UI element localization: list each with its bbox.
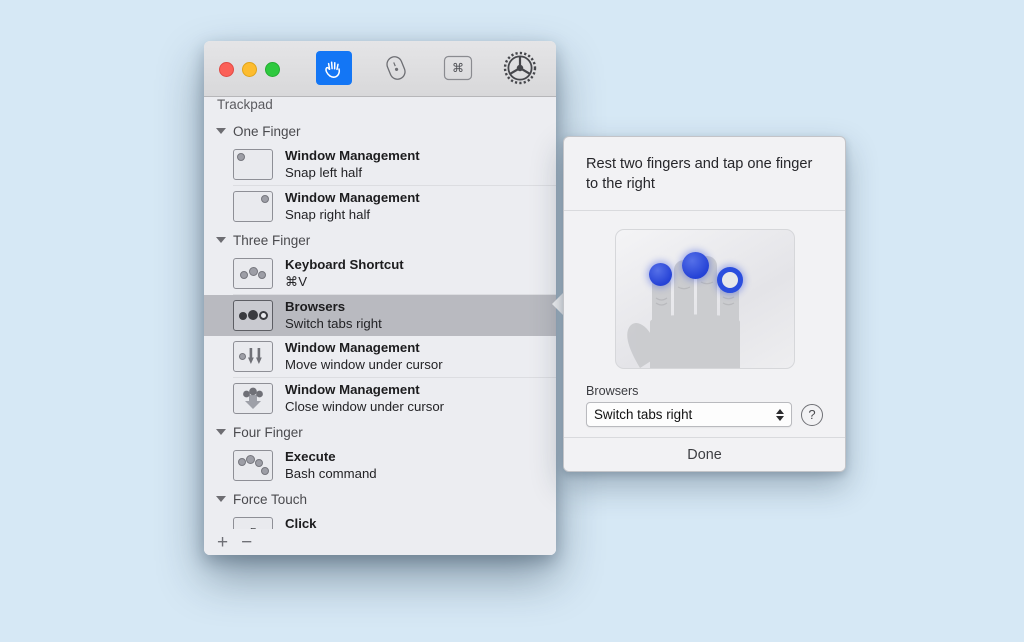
gesture-dot-tapping: [716, 267, 743, 294]
zoom-button[interactable]: [265, 62, 280, 77]
traffic-lights: [219, 62, 280, 77]
done-button[interactable]: Done: [564, 437, 845, 471]
minimize-button[interactable]: [242, 62, 257, 77]
section-label: Three Finger: [233, 232, 311, 248]
section-label: Four Finger: [233, 424, 303, 440]
chevron-updown-icon[interactable]: [776, 408, 784, 421]
three-finger-tap-icon: [233, 258, 273, 289]
mouse-icon: [386, 56, 406, 80]
mouse-tab[interactable]: [378, 51, 414, 85]
section-header-four-finger[interactable]: Four Finger: [204, 419, 556, 445]
item-subtitle: Switch tabs right: [285, 315, 382, 331]
device-label: Trackpad: [217, 97, 273, 112]
action-category-label: Browsers: [586, 384, 639, 399]
item-title: Window Management: [285, 340, 420, 356]
remove-gesture-button[interactable]: −: [241, 533, 252, 552]
add-gesture-button[interactable]: +: [217, 533, 228, 552]
popover-controls: Browsers Switch tabs right ?: [564, 369, 845, 428]
action-row: Switch tabs right ?: [586, 402, 823, 428]
list-item[interactable]: Window Management Close window under cur…: [204, 378, 556, 419]
keyboard-tab[interactable]: ⌘: [440, 51, 476, 85]
corner-dot-topleft-icon: [233, 149, 273, 180]
window-titlebar: ⌘: [204, 41, 556, 97]
item-subtitle: Snap right half: [285, 206, 371, 222]
item-subtitle: Bash command: [285, 465, 377, 481]
one-dot-two-arrows-down-icon: [233, 341, 273, 372]
section-header-three-finger[interactable]: Three Finger: [204, 227, 556, 253]
item-title: Window Management: [285, 382, 420, 398]
corner-dot-topright-icon: [233, 191, 273, 222]
help-button[interactable]: ?: [801, 403, 823, 426]
close-button[interactable]: [219, 62, 234, 77]
other-tab[interactable]: [502, 51, 538, 85]
toolbar: ⌘: [316, 51, 538, 85]
list-item[interactable]: Keyboard Shortcut ⌘V: [204, 253, 556, 294]
four-finger-tap-icon: [233, 450, 273, 481]
item-title: Execute: [285, 449, 336, 465]
section-label: Force Touch: [233, 491, 308, 507]
gesture-config-popover: Rest two fingers and tap one finger to t…: [563, 136, 846, 472]
gesture-list[interactable]: Trackpad One Finger Window Management Sn…: [204, 97, 556, 555]
command-key-icon: ⌘: [443, 55, 473, 81]
bettertouchtool-window: ⌘ Trackpad One Finger Window Management …: [204, 41, 556, 555]
item-title: Window Management: [285, 148, 420, 164]
three-finger-swipe-down-icon: [233, 383, 273, 414]
popover-instruction: Rest two fingers and tap one finger to t…: [564, 137, 845, 212]
disclosure-triangle-icon[interactable]: [216, 496, 226, 502]
item-subtitle: Snap left half: [285, 164, 362, 180]
svg-text:⌘: ⌘: [452, 61, 464, 75]
disclosure-triangle-icon[interactable]: [216, 128, 226, 134]
popover-body: Browsers Switch tabs right ?: [564, 211, 845, 428]
trackpad-tab[interactable]: [316, 51, 352, 85]
gear-wheel-icon: [503, 51, 537, 85]
disclosure-triangle-icon[interactable]: [216, 237, 226, 243]
hand-silhouette-icon: [626, 256, 740, 369]
list-item[interactable]: Window Management Snap left half: [204, 144, 556, 185]
list-item-selected[interactable]: Browsers Switch tabs right: [204, 295, 556, 336]
list-item[interactable]: Window Management Move window under curs…: [204, 336, 556, 377]
section-header-force-touch[interactable]: Force Touch: [204, 486, 556, 512]
two-rest-one-tap-right-icon: [233, 300, 273, 331]
action-select-value: Switch tabs right: [594, 407, 693, 423]
list-item[interactable]: Window Management Snap right half: [204, 186, 556, 227]
section-label: One Finger: [233, 123, 301, 139]
item-subtitle: Close window under cursor: [285, 398, 445, 414]
section-header-one-finger[interactable]: One Finger: [204, 118, 556, 144]
item-title: Keyboard Shortcut: [285, 257, 404, 273]
disclosure-triangle-icon[interactable]: [216, 429, 226, 435]
action-select[interactable]: Switch tabs right: [586, 402, 792, 428]
list-footer-toolbar: + −: [204, 529, 556, 555]
gesture-dot-resting-2: [681, 252, 709, 280]
hand-on-trackpad-icon: [321, 56, 347, 79]
trackpad-gesture-illustration: [614, 229, 795, 370]
item-subtitle: ⌘V: [285, 273, 307, 289]
gesture-dot-resting-1: [648, 263, 672, 287]
list-item[interactable]: Execute Bash command: [204, 445, 556, 486]
item-title: Window Management: [285, 190, 420, 206]
item-subtitle: Move window under cursor: [285, 356, 443, 372]
item-title: Browsers: [285, 299, 346, 315]
